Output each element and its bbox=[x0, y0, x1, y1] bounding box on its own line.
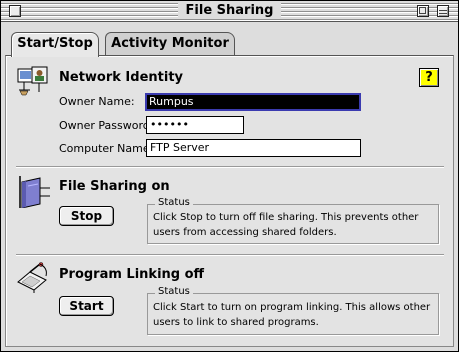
tab-start-stop[interactable]: Start/Stop bbox=[11, 32, 99, 57]
program-linking-status-title: Program Linking off bbox=[59, 267, 205, 282]
help-button[interactable]: ? bbox=[419, 68, 439, 87]
owner-name-label: Owner Name: bbox=[59, 95, 135, 108]
shared-folder-icon bbox=[19, 176, 50, 208]
file-sharing-status-line-2: users from accessing shared folders. bbox=[153, 227, 337, 238]
separator-2 bbox=[16, 254, 444, 256]
owner-password-field[interactable]: •••••• bbox=[146, 116, 244, 134]
owner-password-label: Owner Password: bbox=[59, 119, 154, 132]
program-linking-icon bbox=[17, 262, 47, 293]
file-sharing-status-title: File Sharing on bbox=[59, 179, 170, 194]
network-identity-icon bbox=[17, 66, 48, 96]
file-sharing-status-label: Status bbox=[155, 197, 193, 209]
network-identity-title: Network Identity bbox=[59, 70, 184, 85]
start-program-linking-button[interactable]: Start bbox=[59, 296, 114, 316]
window-title: File Sharing bbox=[177, 3, 282, 19]
tab-activity-monitor[interactable]: Activity Monitor bbox=[105, 32, 235, 56]
start-stop-panel: Network Identity ? Owner Name: Rumpus Ow… bbox=[5, 55, 454, 347]
owner-name-field[interactable]: Rumpus bbox=[145, 93, 361, 111]
computer-name-label: Computer Name: bbox=[59, 142, 154, 155]
stop-file-sharing-button[interactable]: Stop bbox=[59, 206, 114, 226]
computer-name-field[interactable]: FTP Server bbox=[146, 139, 361, 157]
program-linking-status-line-1: Click Start to turn on program linking. … bbox=[153, 302, 431, 313]
collapse-box-button[interactable] bbox=[437, 5, 449, 17]
zoom-box-button[interactable] bbox=[417, 5, 429, 17]
program-linking-status-line-2: users to link to shared programs. bbox=[153, 317, 319, 328]
file-sharing-status-line-1: Click Stop to turn off file sharing. Thi… bbox=[153, 212, 419, 223]
file-sharing-window: File Sharing Start/Stop Activity Monitor… bbox=[0, 0, 459, 352]
separator-1 bbox=[16, 166, 444, 168]
close-box-button[interactable] bbox=[9, 5, 21, 17]
title-bar[interactable]: File Sharing bbox=[1, 1, 458, 22]
program-linking-status-label: Status bbox=[155, 286, 193, 298]
